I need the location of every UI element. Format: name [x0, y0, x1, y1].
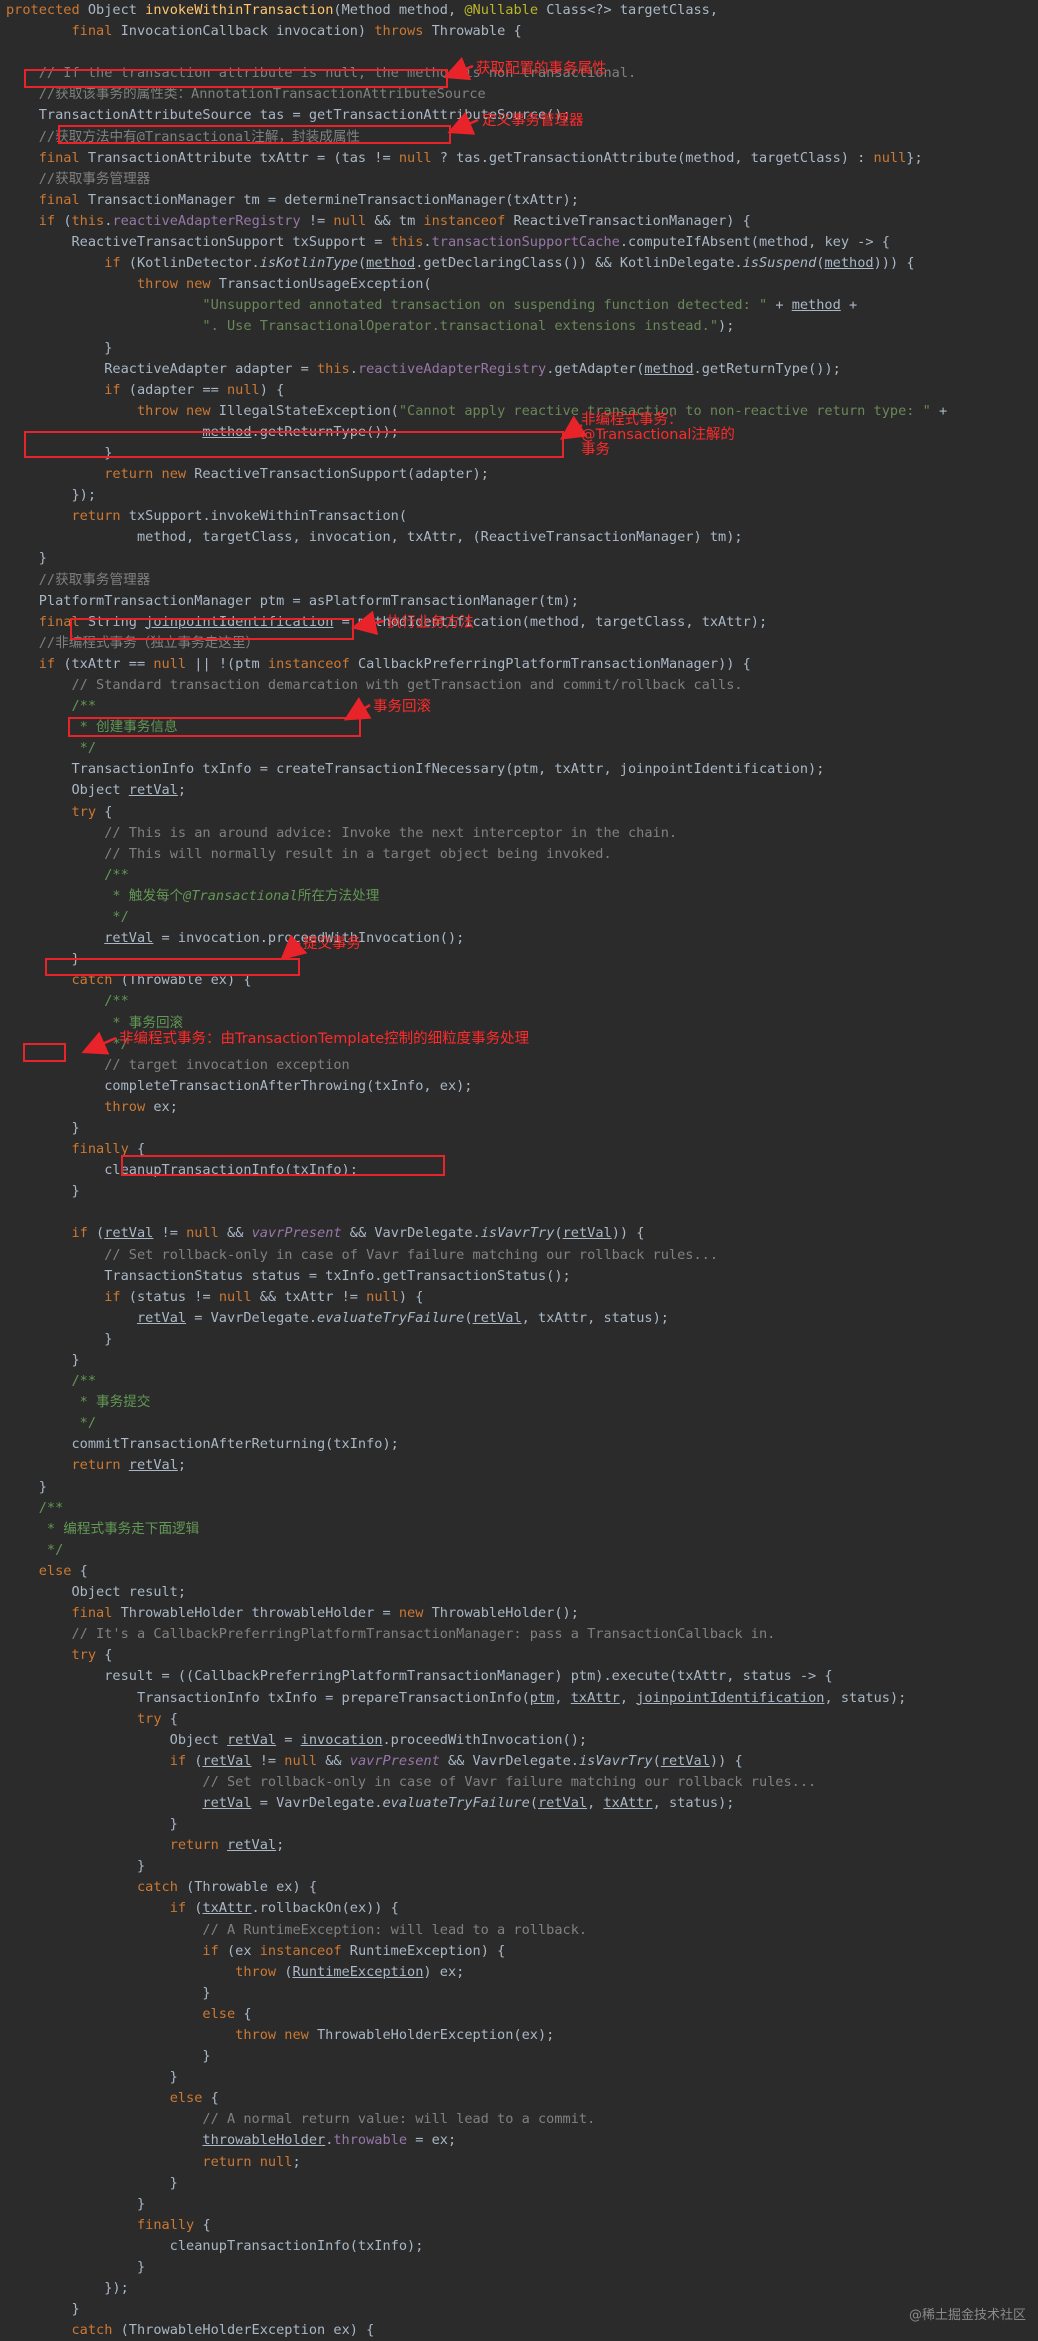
arrow-tas: [443, 56, 474, 81]
arrow-else: [81, 1031, 117, 1055]
arrow-commit: [280, 934, 308, 961]
annotation-arrows: [81, 56, 588, 1055]
annotation-label-nonprog-3: 事务: [581, 442, 610, 458]
watermark: @稀土掘金技术社区: [908, 2308, 1026, 2323]
annotation-label-commit: 提交事务: [303, 936, 361, 952]
annotation-label-rollback: 事务回滚: [373, 699, 431, 715]
arrow-exec: [351, 610, 385, 636]
annotation-label-tm: 定义事务管理器: [482, 113, 584, 129]
annotation-label-exec: 执行业务方法: [387, 615, 474, 631]
arrow-tm: [447, 111, 479, 135]
annotation-label-prog: 非编程式事务：由TransactionTemplate控制的细粒度事务处理: [119, 1031, 530, 1047]
annotation-label-tas: 获取配置的事务属性: [476, 61, 607, 77]
arrow-rollback: [343, 697, 372, 721]
arrow-if: [559, 415, 588, 440]
